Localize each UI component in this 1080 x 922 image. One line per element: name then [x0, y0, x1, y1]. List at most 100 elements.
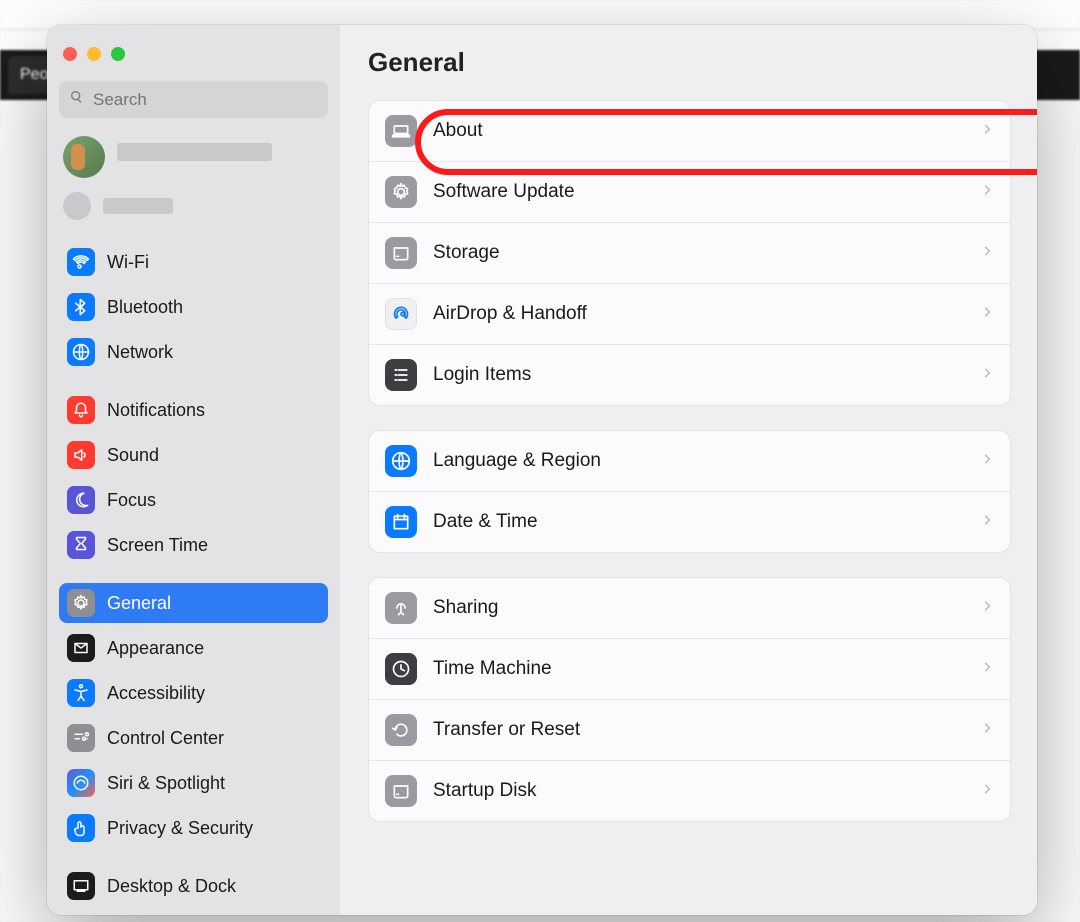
zoom-window-button[interactable]: [111, 47, 125, 61]
family-avatar: [63, 192, 91, 220]
speaker-icon: [67, 441, 95, 469]
sidebar-item-label: Sound: [107, 445, 159, 466]
sidebar-item-label: Focus: [107, 490, 156, 511]
chevron-right-icon: [980, 366, 994, 385]
settings-row-label: Date & Time: [433, 511, 964, 533]
sidebar-item-label: Accessibility: [107, 683, 205, 704]
profile-name-redacted: [117, 143, 272, 161]
search-field[interactable]: [59, 81, 328, 118]
settings-row-label: About: [433, 120, 964, 142]
globe-icon: [385, 445, 417, 477]
sidebar-item-label: Wi-Fi: [107, 252, 149, 273]
apple-id-profile[interactable]: [63, 136, 324, 178]
search-icon: [69, 89, 85, 110]
wifi-icon: [67, 248, 95, 276]
hand-icon: [67, 814, 95, 842]
appearance-icon: [67, 634, 95, 662]
avatar: [63, 136, 105, 178]
chevron-right-icon: [980, 721, 994, 740]
sidebar-item-wifi[interactable]: Wi-Fi: [59, 242, 328, 282]
sidebar-item-label: Siri & Spotlight: [107, 773, 225, 794]
settings-row-softwareupdate[interactable]: Software Update: [369, 162, 1010, 223]
disk-icon: [385, 775, 417, 807]
settings-row-transfer[interactable]: Transfer or Reset: [369, 700, 1010, 761]
sidebar-item-sound[interactable]: Sound: [59, 435, 328, 475]
content-pane: General AboutSoftware UpdateStorageAirDr…: [340, 25, 1037, 915]
reset-icon: [385, 714, 417, 746]
sidebar-item-label: Bluetooth: [107, 297, 183, 318]
gear-icon: [67, 589, 95, 617]
bluetooth-icon: [67, 293, 95, 321]
settings-row-storage[interactable]: Storage: [369, 223, 1010, 284]
settings-row-timemachine[interactable]: Time Machine: [369, 639, 1010, 700]
chevron-right-icon: [980, 660, 994, 679]
settings-row-label: AirDrop & Handoff: [433, 303, 964, 325]
sidebar-item-label: Control Center: [107, 728, 224, 749]
chevron-right-icon: [980, 599, 994, 618]
sidebar-item-focus[interactable]: Focus: [59, 480, 328, 520]
laptop-icon: [385, 115, 417, 147]
calendar-icon: [385, 506, 417, 538]
sidebar-item-accessibility[interactable]: Accessibility: [59, 673, 328, 713]
settings-section: Language & Region Date & Time: [368, 430, 1011, 553]
bell-icon: [67, 396, 95, 424]
chevron-right-icon: [980, 183, 994, 202]
sidebar-item-label: Screen Time: [107, 535, 208, 556]
accessibility-icon: [67, 679, 95, 707]
globe-icon: [67, 338, 95, 366]
settings-row-langregion[interactable]: Language & Region: [369, 431, 1010, 492]
settings-row-datetime[interactable]: Date & Time: [369, 492, 1010, 552]
moon-icon: [67, 486, 95, 514]
chevron-right-icon: [980, 122, 994, 141]
hourglass-icon: [67, 531, 95, 559]
settings-row-label: Time Machine: [433, 658, 964, 680]
sidebar-item-privacy[interactable]: Privacy & Security: [59, 808, 328, 848]
sidebar-item-screentime[interactable]: Screen Time: [59, 525, 328, 565]
sidebar: Wi-Fi Bluetooth Network Notifications Sound F…: [47, 25, 340, 915]
family-row[interactable]: [63, 192, 324, 220]
sidebar-item-displays[interactable]: Displays: [59, 911, 328, 915]
sidebar-item-network[interactable]: Network: [59, 332, 328, 372]
settings-row-loginitems[interactable]: Login Items: [369, 345, 1010, 405]
settings-section: Sharing Time Machine Transfer or Reset Star…: [368, 577, 1011, 822]
settings-row-label: Startup Disk: [433, 780, 964, 802]
sidebar-item-general[interactable]: General: [59, 583, 328, 623]
sidebar-item-notifications[interactable]: Notifications: [59, 390, 328, 430]
settings-row-airdrop[interactable]: AirDrop & Handoff: [369, 284, 1010, 345]
disk-icon: [385, 237, 417, 269]
clock-icon: [385, 653, 417, 685]
sidebar-item-label: General: [107, 593, 171, 614]
settings-row-label: Login Items: [433, 364, 964, 386]
settings-row-sharing[interactable]: Sharing: [369, 578, 1010, 639]
sidebar-item-label: Notifications: [107, 400, 205, 421]
siri-icon: [67, 769, 95, 797]
chevron-right-icon: [980, 305, 994, 324]
chevron-right-icon: [980, 513, 994, 532]
family-label-redacted: [103, 198, 173, 214]
settings-row-about[interactable]: About: [369, 101, 1010, 162]
settings-row-label: Transfer or Reset: [433, 719, 964, 741]
settings-row-label: Software Update: [433, 181, 964, 203]
settings-row-label: Storage: [433, 242, 964, 264]
sidebar-item-bluetooth[interactable]: Bluetooth: [59, 287, 328, 327]
settings-section: About Software Update Storage AirDrop & Han…: [368, 100, 1011, 406]
sidebar-item-label: Desktop & Dock: [107, 876, 236, 897]
share-icon: [385, 592, 417, 624]
chevron-right-icon: [980, 782, 994, 801]
sidebar-item-label: Privacy & Security: [107, 818, 253, 839]
search-input[interactable]: [93, 90, 318, 110]
sidebar-item-siri[interactable]: Siri & Spotlight: [59, 763, 328, 803]
sidebar-item-desktopdock[interactable]: Desktop & Dock: [59, 866, 328, 906]
chevron-right-icon: [980, 244, 994, 263]
close-window-button[interactable]: [63, 47, 77, 61]
settings-row-label: Language & Region: [433, 450, 964, 472]
airdrop-icon: [385, 298, 417, 330]
sidebar-item-controlcenter[interactable]: Control Center: [59, 718, 328, 758]
minimize-window-button[interactable]: [87, 47, 101, 61]
system-settings-window: Wi-Fi Bluetooth Network Notifications Sound F…: [47, 25, 1037, 915]
settings-row-startupdisk[interactable]: Startup Disk: [369, 761, 1010, 821]
sidebar-item-label: Appearance: [107, 638, 204, 659]
sidebar-item-appearance[interactable]: Appearance: [59, 628, 328, 668]
window-controls: [63, 47, 328, 61]
dock-icon: [67, 872, 95, 900]
